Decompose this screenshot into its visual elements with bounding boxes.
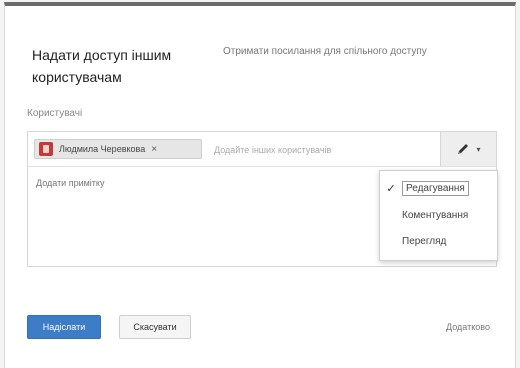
person-chip: Людмила Черевкова × bbox=[34, 139, 202, 159]
permission-option-label: Редагування bbox=[402, 180, 469, 196]
permission-option-edit[interactable]: ✓ Редагування bbox=[380, 177, 497, 199]
dialog-title: Надати доступ іншим користувачам bbox=[32, 47, 172, 85]
permission-dropdown-button[interactable]: ▾ bbox=[440, 132, 496, 166]
pencil-icon bbox=[458, 144, 469, 154]
send-button[interactable]: Надіслати bbox=[27, 315, 101, 339]
permission-option-label: Коментування bbox=[402, 209, 469, 221]
permission-menu: ✓ Редагування Коментування Перегляд bbox=[379, 170, 498, 261]
note-input[interactable] bbox=[34, 176, 368, 260]
remove-person-icon[interactable]: × bbox=[151, 144, 157, 155]
advanced-button[interactable]: Додатково bbox=[434, 315, 502, 339]
permission-option-comment[interactable]: Коментування bbox=[380, 204, 497, 226]
person-chip-name: Людмила Черевкова bbox=[59, 144, 146, 154]
chevron-down-icon: ▾ bbox=[476, 144, 481, 154]
permission-option-label: Перегляд bbox=[402, 235, 447, 247]
get-share-link[interactable]: Отримати посилання для спільного доступу bbox=[223, 46, 427, 57]
check-icon: ✓ bbox=[386, 182, 396, 195]
people-label: Користувачі bbox=[27, 108, 83, 119]
add-people-input[interactable] bbox=[212, 140, 416, 160]
avatar bbox=[39, 142, 53, 156]
cancel-button[interactable]: Скасувати bbox=[119, 315, 191, 339]
people-row: Людмила Черевкова × ▾ bbox=[28, 132, 496, 167]
permission-option-view[interactable]: Перегляд bbox=[380, 230, 497, 252]
